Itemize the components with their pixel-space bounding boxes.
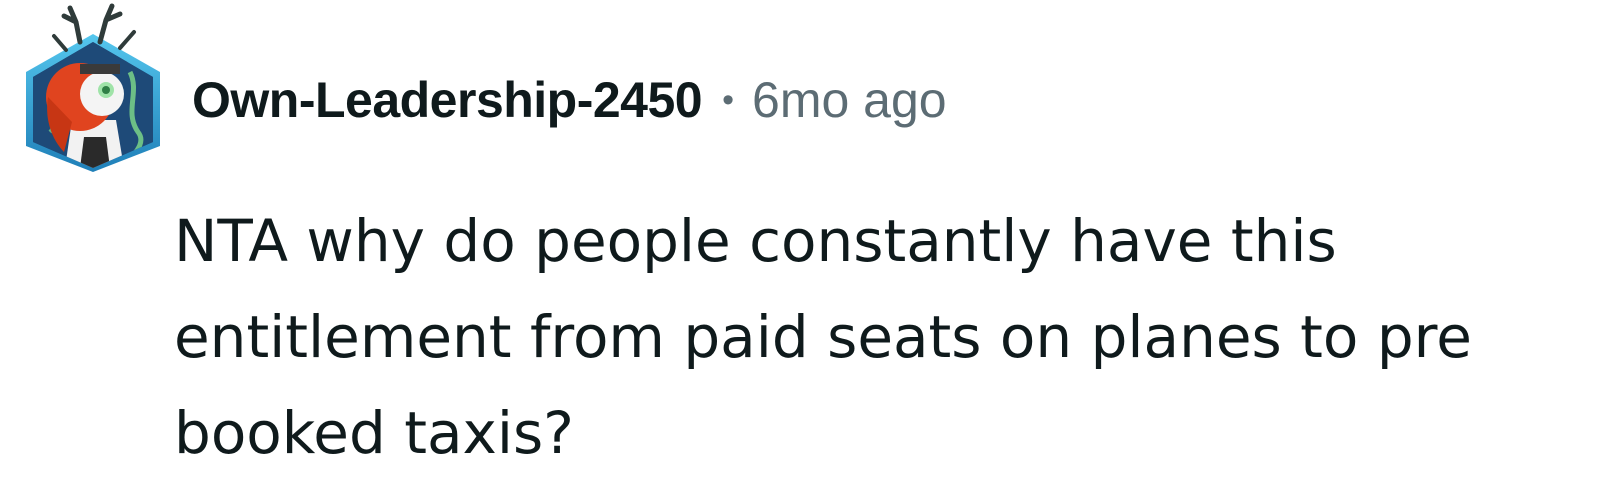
comment-body-line: NTA why do people constantly have this bbox=[174, 207, 1337, 275]
comment-meta: Own-Leadership-2450 • 6mo ago bbox=[192, 68, 947, 132]
comment-body-line: entitlement from paid seats on planes to… bbox=[174, 303, 1472, 371]
author-username[interactable]: Own-Leadership-2450 bbox=[192, 71, 703, 129]
meta-separator: • bbox=[722, 80, 735, 119]
comment-body-line: booked taxis? bbox=[174, 399, 574, 467]
comment: Own-Leadership-2450 • 6mo ago NTA why do… bbox=[0, 0, 1600, 490]
comment-body: NTA why do people constantly have this e… bbox=[174, 193, 1574, 481]
comment-timestamp[interactable]: 6mo ago bbox=[752, 71, 947, 129]
user-avatar-icon[interactable] bbox=[20, 2, 166, 174]
